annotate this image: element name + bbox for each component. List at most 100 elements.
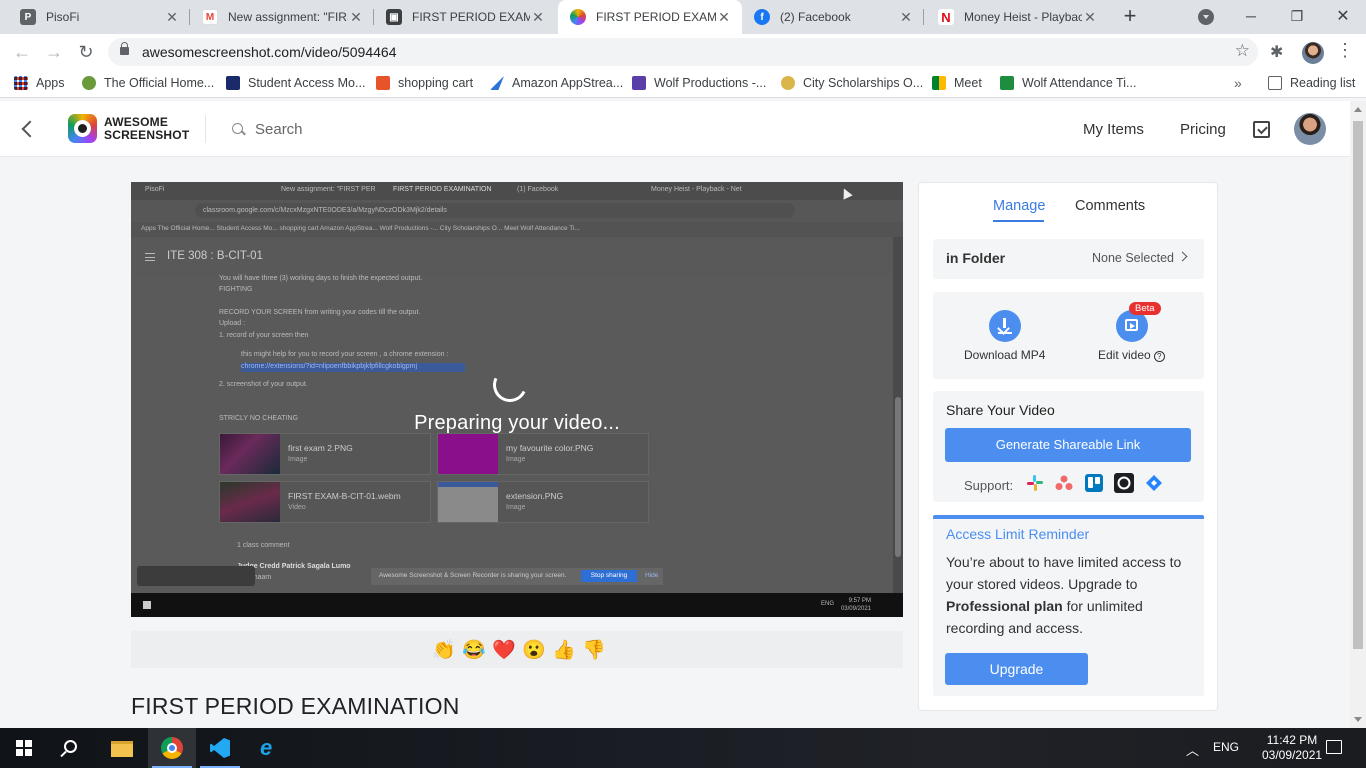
- close-window-button[interactable]: ✕: [1320, 0, 1366, 32]
- recorded-tab-strip: PisoFi New assignment: "FIRST PER FIRST …: [131, 182, 903, 200]
- slack-icon[interactable]: [1025, 473, 1045, 493]
- bookmark-apps[interactable]: Apps: [14, 76, 65, 90]
- bookmark-meet[interactable]: Meet: [932, 76, 982, 90]
- forward-arrow-icon[interactable]: →: [42, 40, 66, 64]
- more-bookmarks-icon[interactable]: »: [1234, 75, 1242, 91]
- tab-search-icon[interactable]: [1198, 9, 1214, 25]
- close-tab-icon[interactable]: ✕: [898, 9, 914, 26]
- minimize-button[interactable]: ─: [1228, 0, 1274, 32]
- bookmark-official-home[interactable]: The Official Home...: [82, 76, 214, 90]
- taskbar-clock[interactable]: 11:42 PM 03/09/2021: [1262, 733, 1322, 763]
- close-tab-icon[interactable]: ✕: [1082, 9, 1098, 26]
- github-icon[interactable]: [1114, 473, 1134, 493]
- scroll-up-icon[interactable]: [1354, 107, 1362, 112]
- download-icon[interactable]: [989, 310, 1021, 342]
- browser-tab-classroom[interactable]: ▣ FIRST PERIOD EXAMIN ✕: [374, 0, 556, 34]
- tab-title: New assignment: "FIRS: [228, 10, 348, 24]
- active-tab-indicator: [993, 220, 1044, 222]
- scroll-down-icon[interactable]: [1354, 717, 1362, 722]
- bookmark-wolf-productions[interactable]: Wolf Productions -...: [632, 76, 766, 90]
- notification-center-icon[interactable]: [1326, 740, 1342, 754]
- page-scrollbar[interactable]: [1350, 101, 1366, 728]
- reload-icon[interactable]: ↻: [74, 40, 98, 64]
- video-status-text: Preparing your video...: [414, 412, 620, 434]
- extensions-puzzle-icon[interactable]: ✱: [1270, 42, 1283, 62]
- file-explorer-icon[interactable]: [98, 728, 146, 768]
- recorded-sharing-banner: Awesome Screenshot & Screen Recorder is …: [371, 568, 663, 585]
- awesome-screenshot-logo[interactable]: AWESOME SCREENSHOT: [104, 116, 189, 142]
- site-header: AWESOME SCREENSHOT Search My Items Prici…: [0, 101, 1350, 157]
- video-player[interactable]: PisoFi New assignment: "FIRST PER FIRST …: [131, 182, 903, 617]
- recorded-taskbar: ENG 9:57 PM 03/09/2021: [131, 593, 903, 617]
- generate-shareable-link-button[interactable]: Generate Shareable Link: [945, 428, 1191, 462]
- reading-list-icon: [1268, 76, 1282, 90]
- bookmark-star-icon[interactable]: ☆: [1235, 41, 1250, 61]
- browser-toolbar: ← → ↻ awesomescreenshot.com/video/509446…: [0, 34, 1366, 70]
- upgrade-button[interactable]: Upgrade: [945, 653, 1088, 685]
- recorded-address-bar: classroom.google.com/c/MzcxMzgxNTE0ODE3/…: [131, 200, 903, 222]
- scrollbar-thumb[interactable]: [1353, 121, 1363, 649]
- close-tab-icon[interactable]: ✕: [716, 9, 732, 26]
- restore-button[interactable]: ❐: [1274, 0, 1320, 32]
- profile-avatar[interactable]: [1302, 42, 1324, 64]
- my-items-link[interactable]: My Items: [1083, 121, 1144, 138]
- recorded-attachment: extension.PNG Image: [437, 481, 649, 523]
- wow-reaction-icon[interactable]: 😮: [522, 638, 546, 662]
- folder-selector[interactable]: in Folder None Selected: [933, 239, 1204, 279]
- browser-tab-awesome-screenshot[interactable]: FIRST PERIOD EXAMIN ✕: [558, 0, 742, 34]
- browser-tab-pisofi[interactable]: P PisoFi ✕: [8, 0, 190, 34]
- bookmark-student-access[interactable]: Student Access Mo...: [226, 76, 365, 90]
- browser-tab-gmail[interactable]: M New assignment: "FIRS ✕: [190, 0, 374, 34]
- address-bar[interactable]: awesomescreenshot.com/video/5094464 ☆: [108, 38, 1258, 66]
- close-tab-icon[interactable]: ✕: [530, 9, 546, 26]
- heart-reaction-icon[interactable]: ❤️: [492, 638, 516, 662]
- trello-icon[interactable]: [1084, 473, 1104, 493]
- tab-comments[interactable]: Comments: [1075, 198, 1145, 214]
- apps-grid-icon: [14, 76, 28, 90]
- bookmark-amazon-appstream[interactable]: Amazon AppStrea...: [490, 76, 623, 90]
- access-limit-reminder: Access Limit Reminder You’re about to ha…: [933, 515, 1204, 696]
- clap-reaction-icon[interactable]: 👏: [432, 638, 456, 662]
- back-chevron-icon[interactable]: [20, 117, 36, 141]
- awesome-screenshot-logo-icon[interactable]: [68, 114, 97, 143]
- chrome-icon[interactable]: [148, 728, 196, 768]
- windows-taskbar: e ︿ ENG 11:42 PM 03/09/2021: [0, 728, 1366, 768]
- vscode-icon[interactable]: [196, 728, 244, 768]
- jira-icon[interactable]: [1144, 473, 1164, 493]
- browser-tab-facebook[interactable]: f (2) Facebook ✕: [742, 0, 924, 34]
- thumbs-up-reaction-icon[interactable]: 👍: [552, 638, 576, 662]
- edit-video-button[interactable]: Edit video?: [1098, 348, 1165, 362]
- download-mp4-button[interactable]: Download MP4: [964, 348, 1045, 362]
- bookmark-wolf-attendance[interactable]: Wolf Attendance Ti...: [1000, 76, 1136, 90]
- search-input[interactable]: Search: [255, 121, 303, 138]
- reading-list-button[interactable]: Reading list: [1268, 76, 1355, 90]
- shopping-bag-icon: [376, 76, 390, 90]
- bookmark-city-scholarships[interactable]: City Scholarships O...: [781, 76, 923, 90]
- close-tab-icon[interactable]: ✕: [164, 9, 180, 26]
- pricing-link[interactable]: Pricing: [1180, 121, 1226, 138]
- url-text: awesomescreenshot.com/video/5094464: [142, 44, 397, 60]
- show-hidden-icons-icon[interactable]: ︿: [1186, 740, 1199, 759]
- pisofi-icon: P: [20, 9, 36, 25]
- beta-badge: Beta: [1129, 302, 1161, 315]
- more-menu-icon[interactable]: ⋮: [1336, 40, 1354, 61]
- tasks-checklist-icon[interactable]: [1253, 121, 1270, 138]
- language-indicator[interactable]: ENG: [1213, 740, 1239, 754]
- help-icon[interactable]: ?: [1153, 351, 1165, 362]
- internet-explorer-icon[interactable]: e: [246, 728, 294, 768]
- thumbs-down-reaction-icon[interactable]: 👎: [582, 638, 606, 662]
- taskbar-search-icon[interactable]: [64, 740, 77, 753]
- windows-start-icon[interactable]: [16, 740, 32, 756]
- facebook-icon: f: [754, 9, 770, 25]
- bookmark-shopping-cart[interactable]: shopping cart: [376, 76, 473, 90]
- amazon-appstream-icon: [490, 76, 504, 90]
- new-tab-button[interactable]: +: [1118, 5, 1142, 29]
- user-avatar[interactable]: [1294, 113, 1326, 145]
- browser-tab-netflix[interactable]: N Money Heist - Playbac ✕: [926, 0, 1108, 34]
- asana-icon[interactable]: [1054, 473, 1074, 493]
- recorded-attachment: my favourite color.PNG Image: [437, 433, 649, 475]
- close-tab-icon[interactable]: ✕: [348, 9, 364, 26]
- tab-manage[interactable]: Manage: [993, 198, 1045, 214]
- back-arrow-icon[interactable]: ←: [10, 40, 34, 64]
- laugh-reaction-icon[interactable]: 😂: [462, 638, 486, 662]
